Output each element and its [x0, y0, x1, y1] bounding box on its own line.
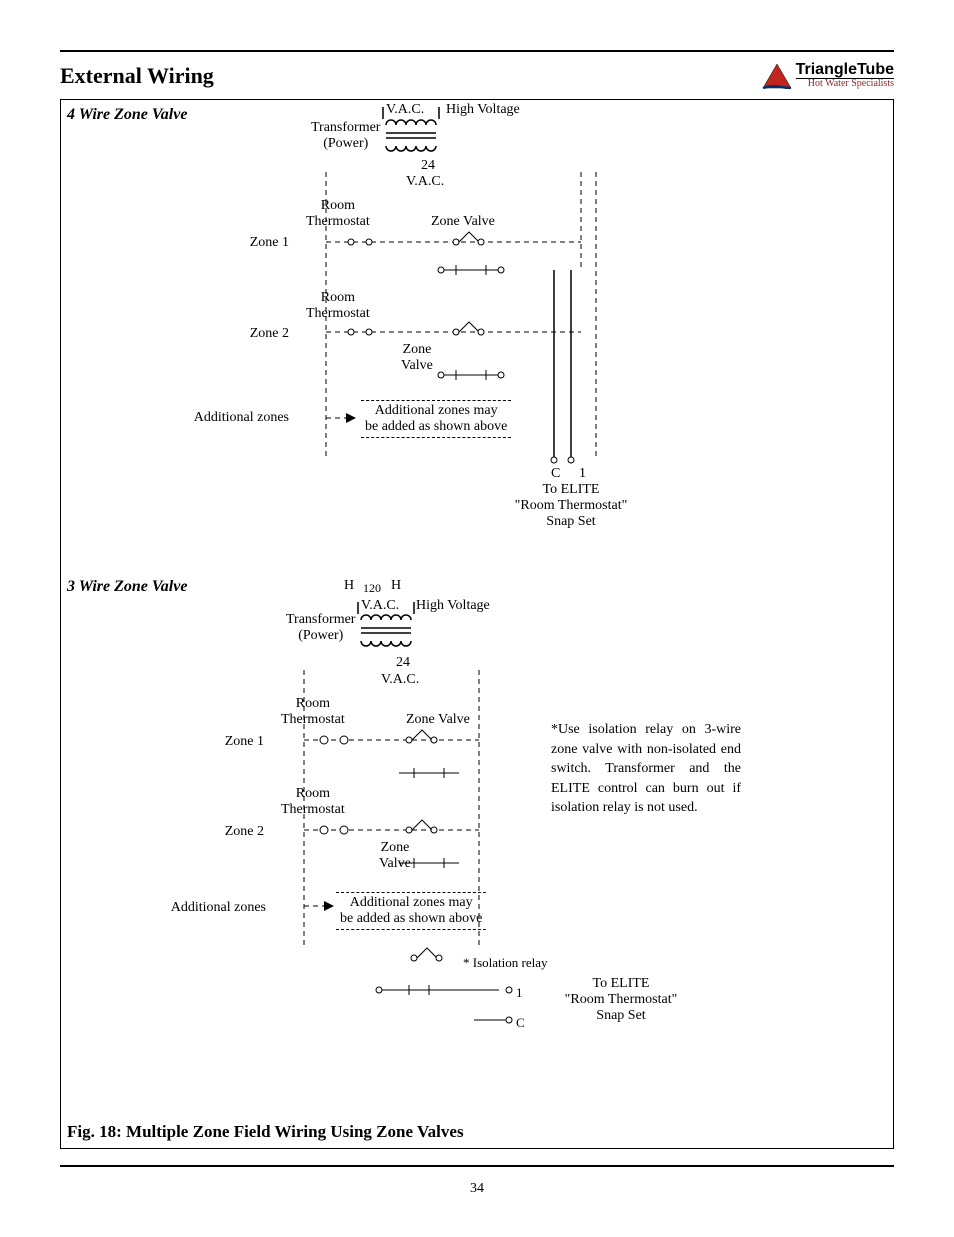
bottom-rule [60, 1165, 894, 1167]
page-header: External Wiring TriangleTube Hot Water S… [60, 62, 894, 89]
high-voltage-label-a: High Voltage [446, 102, 520, 118]
additional-zones-label-a: Additional zones [169, 410, 289, 426]
section-b-title: 3 Wire Zone Valve [67, 578, 187, 596]
v120-b: 120 [363, 582, 381, 596]
section-a-title: 4 Wire Zone Valve [67, 106, 187, 124]
transformer-symbol-a [381, 105, 451, 160]
top-rule [60, 50, 894, 52]
transformer-label-a: Transformer (Power) [311, 120, 380, 152]
additional-zones-label-b: Additional zones [146, 900, 266, 916]
brand-text: TriangleTube Hot Water Specialists [796, 62, 894, 89]
zone2-label-b: Zone 2 [196, 824, 264, 840]
figure-caption: Fig. 18: Multiple Zone Field Wiring Usin… [67, 1122, 464, 1142]
h-left-b: H [344, 578, 354, 594]
transformer-label-b: Transformer (Power) [286, 612, 355, 644]
wiring-b [269, 658, 589, 1038]
high-voltage-label-b: High Voltage [416, 598, 490, 614]
brand-logo: TriangleTube Hot Water Specialists [762, 62, 894, 89]
brand-name: TriangleTube [796, 62, 894, 79]
page-title: External Wiring [60, 63, 214, 89]
zone2-label-a: Zone 2 [221, 326, 289, 342]
to-elite-label-a: To ELITE "Room Thermostat" Snap Set [501, 482, 641, 530]
triangle-icon [762, 63, 792, 89]
figure-frame: 4 Wire Zone Valve V.A.C. High Voltage Tr… [60, 99, 894, 1149]
page-number: 34 [60, 1181, 894, 1197]
h-right-b: H [391, 578, 401, 594]
zone1-label-b: Zone 1 [196, 734, 264, 750]
zone1-label-a: Zone 1 [221, 235, 289, 251]
page: External Wiring TriangleTube Hot Water S… [0, 0, 954, 1237]
wiring-a [291, 160, 611, 470]
transformer-symbol-b [356, 600, 426, 655]
brand-tagline: Hot Water Specialists [796, 79, 894, 89]
